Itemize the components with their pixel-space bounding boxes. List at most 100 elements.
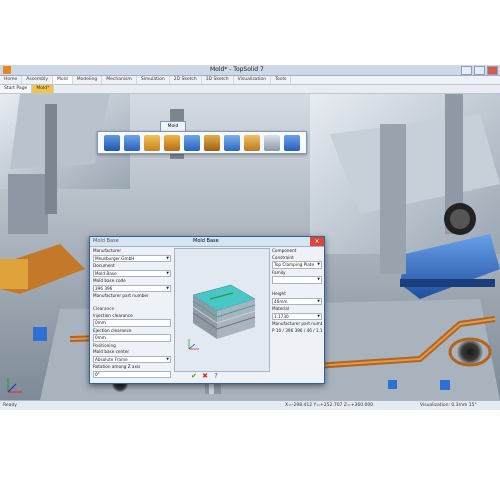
right-row-label: Family xyxy=(272,270,322,277)
mold-base-icon[interactable] xyxy=(104,134,120,151)
left-row-label: Mold base code xyxy=(93,278,171,285)
right-row-field[interactable]: 1.1730 ▼ xyxy=(272,312,322,321)
ribbon-tabs: Home Assembly Mold Modeling Mechanism Si… xyxy=(0,76,500,85)
application-window: Mold* - TopSolid 7 Home Assembly Mold Mo… xyxy=(0,65,500,410)
cancel-button[interactable]: ✖ xyxy=(201,372,209,380)
runner-icon[interactable] xyxy=(224,134,240,151)
visualization-setting: Visualization: 0.3mm 15° xyxy=(420,403,477,408)
chevron-down-icon[interactable]: ▼ xyxy=(166,286,169,291)
right-row-text: 46mm xyxy=(274,298,288,304)
right-row-field[interactable]: Top Clamping Plate ▼ xyxy=(272,261,322,269)
right-row-label: Material xyxy=(272,306,322,313)
window-title: Mold* - TopSolid 7 xyxy=(210,66,264,73)
left-row-text: Rotation among Z axis xyxy=(93,364,141,370)
doc-tab-start-page[interactable]: Start Page xyxy=(0,85,33,93)
cavity-icon[interactable] xyxy=(164,134,180,151)
tab-assembly[interactable]: Assembly xyxy=(22,76,53,84)
chevron-down-icon[interactable]: ▼ xyxy=(166,357,169,362)
right-row-field[interactable]: 46mm ▼ xyxy=(272,297,322,306)
right-row-text: Material xyxy=(272,306,290,312)
dialog-close-button[interactable]: × xyxy=(310,237,324,246)
tab-mechanism[interactable]: Mechanism xyxy=(102,76,137,84)
dialog-buttons: ✔ ✖? xyxy=(190,372,220,380)
right-row-label: P 10 / 396 396 / 46 / 1.1730 xyxy=(272,328,322,335)
right-row-label xyxy=(272,285,322,292)
left-row-text: Manufacturer part number xyxy=(93,292,149,298)
window-controls xyxy=(461,66,498,75)
tab-modeling[interactable]: Modeling xyxy=(73,76,103,84)
left-row-field[interactable]: Mold Base ▼ xyxy=(93,269,171,277)
guide-icon[interactable] xyxy=(284,134,300,151)
right-row-text: Constraint xyxy=(272,254,294,260)
ejector-icon[interactable] xyxy=(184,134,200,151)
left-row-label: Rotation among Z axis xyxy=(93,364,171,371)
screw-icon[interactable] xyxy=(244,134,260,151)
left-row-text: Meusburger GmbH xyxy=(95,255,135,261)
right-row-text: Top Clamping Plate xyxy=(274,262,315,268)
left-row-text: Mold Base xyxy=(95,270,117,276)
left-row-text: Mold base center xyxy=(93,349,130,355)
dialog-title-bar: Mold Base Mold Base × xyxy=(90,237,324,247)
cooling-icon[interactable] xyxy=(204,134,220,151)
chevron-down-icon[interactable]: ▼ xyxy=(166,256,169,261)
mold-base-preview-image xyxy=(175,249,269,371)
right-row-label: Height xyxy=(272,291,322,298)
close-window-button[interactable] xyxy=(487,66,498,75)
left-row-label: Manufacturer xyxy=(93,248,171,255)
right-row-text: Manufacturer part number xyxy=(272,321,322,327)
help-button[interactable]: ? xyxy=(212,372,220,380)
right-row-label: Constraint xyxy=(272,255,322,262)
cursor-coordinates: X=-298.412 Y=+252.707 Z=+360.000 xyxy=(285,403,374,408)
left-row-field[interactable]: 0° xyxy=(93,370,171,379)
chevron-down-icon[interactable]: ▼ xyxy=(317,299,320,304)
left-row-section-header: Positioning xyxy=(93,343,171,350)
doc-tab-mold[interactable]: Mold* xyxy=(32,85,55,93)
chevron-down-icon[interactable]: ▼ xyxy=(317,314,320,319)
tab-3d-sketch[interactable]: 3D Sketch xyxy=(202,76,234,84)
right-row-field[interactable]: ▼ xyxy=(272,276,322,284)
left-row-field[interactable]: Meusburger GmbH ▼ xyxy=(93,254,171,262)
dialog-title: Mold Base xyxy=(193,238,219,244)
app-menu-icon[interactable] xyxy=(3,66,11,74)
left-row-label: Injection clearance xyxy=(93,313,171,320)
left-row-label: Mold base center xyxy=(93,349,171,356)
left-row-text: 0mm xyxy=(95,335,106,341)
dialog-left-panel: Manufacturer Meusburger GmbH ▼ Document Mold… xyxy=(93,248,171,379)
tab-home[interactable]: Home xyxy=(0,76,23,84)
status-text: Ready xyxy=(3,403,17,408)
chevron-down-icon[interactable]: ▼ xyxy=(317,262,320,267)
chevron-down-icon[interactable]: ▼ xyxy=(166,271,169,276)
tab-2d-sketch[interactable]: 2D Sketch xyxy=(170,76,202,84)
left-row-text: 396 396 xyxy=(95,285,113,291)
left-row-text: Injection clearance xyxy=(93,312,133,318)
insert-icon[interactable] xyxy=(124,134,140,151)
dialog-left-title: Mold Base xyxy=(93,238,119,244)
tab-simulation[interactable]: Simulation xyxy=(137,76,170,84)
mold-command-palette xyxy=(97,131,307,154)
chevron-down-icon[interactable]: ▼ xyxy=(317,277,320,282)
ok-button[interactable]: ✔ xyxy=(190,372,198,380)
tab-tools[interactable]: Tools xyxy=(271,76,292,84)
left-row-text: Positioning xyxy=(93,342,116,348)
left-row-label: Ejection clearance xyxy=(93,328,171,335)
left-row-text: 0mm xyxy=(95,320,106,326)
tab-visualization[interactable]: Visualization xyxy=(234,76,272,84)
title-bar: Mold* - TopSolid 7 xyxy=(0,65,500,76)
slide-icon[interactable] xyxy=(144,134,160,151)
tab-mold[interactable]: Mold xyxy=(53,76,73,84)
left-row-text: Manufacturer xyxy=(93,248,122,253)
left-row-field[interactable]: 0mm xyxy=(93,334,171,342)
mold-base-preview xyxy=(174,248,270,372)
left-row-label: Document xyxy=(93,263,171,270)
left-row-field[interactable]: Absolute Frame ▼ xyxy=(93,355,171,364)
right-row-text: Height xyxy=(272,291,286,297)
left-row-text: Mold base code xyxy=(93,277,126,283)
right-row-label: Component xyxy=(272,248,322,255)
left-row-field[interactable]: 396 396 ▼ xyxy=(93,284,171,292)
left-row-text: Absolute Frame xyxy=(95,356,128,362)
left-row-field[interactable]: 0mm xyxy=(93,319,171,327)
maximize-button[interactable] xyxy=(474,66,485,75)
right-row-text: 1.1730 xyxy=(274,313,289,319)
minimize-button[interactable] xyxy=(461,66,472,75)
cutting-icon[interactable] xyxy=(264,134,280,151)
